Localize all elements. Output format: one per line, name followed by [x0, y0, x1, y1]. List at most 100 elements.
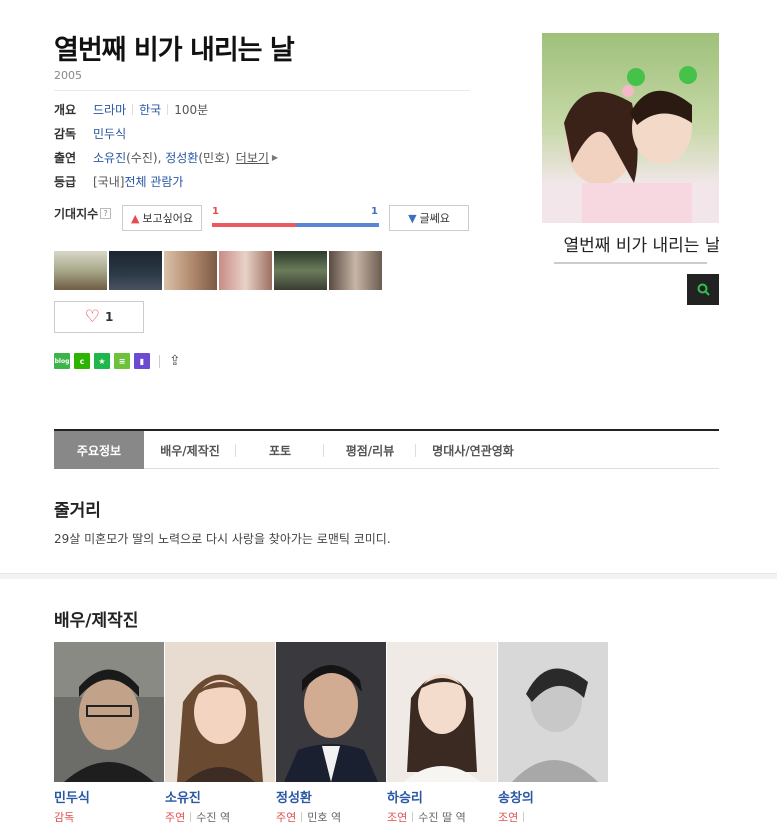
rating-row: 등급 [국내] 전체 관람가 — [54, 173, 183, 190]
cafe-share-icon[interactable]: c — [74, 353, 90, 369]
poster-zoom-button[interactable] — [687, 274, 719, 305]
separator — [132, 104, 134, 115]
overview-label: 개요 — [54, 103, 77, 117]
person-name[interactable]: 소유진 — [165, 787, 275, 806]
cast-link-1[interactable]: 소유진 — [93, 149, 126, 166]
help-icon[interactable]: ? — [100, 208, 112, 219]
gauge-no-fill — [295, 223, 379, 227]
person-role: 주연 — [165, 811, 186, 824]
person-photo[interactable] — [165, 642, 275, 782]
tab-photo[interactable]: 포토 — [236, 431, 324, 469]
person-role: 감독 — [54, 811, 75, 824]
cast-list: 민두식 감독 소유진 주연 수진 역 정성환 주연 민호 역 하승리 조연 수진… — [54, 642, 608, 825]
tab-label: 포토 — [268, 443, 292, 458]
cast-card[interactable]: 소유진 주연 수진 역 — [165, 642, 275, 825]
person-character: 수진 딸 역 — [418, 811, 466, 824]
band-share-icon[interactable]: ▮ — [134, 353, 150, 369]
rating-label: 등급 — [54, 175, 77, 189]
still-image[interactable] — [219, 251, 272, 290]
heart-icon: ♡ — [84, 306, 100, 327]
still-image[interactable] — [329, 251, 382, 290]
tab-rating-review[interactable]: 평점/리뷰 — [324, 431, 416, 469]
runtime: 100분 — [174, 103, 209, 117]
cast-card[interactable]: 정성환 주연 민호 역 — [276, 642, 386, 825]
person-role: 조연 — [498, 811, 519, 824]
cast-card[interactable]: 하승리 조연 수진 딸 역 — [387, 642, 497, 825]
share-divider — [159, 354, 160, 368]
chevron-right-icon: ▶ — [271, 153, 279, 162]
want-to-see-label: 보고싶어요 — [142, 212, 194, 225]
cast-card[interactable]: 민두식 감독 — [54, 642, 164, 825]
person-name[interactable]: 하승리 — [387, 787, 497, 806]
person-photo[interactable] — [498, 642, 608, 782]
section-divider — [0, 573, 777, 579]
separator — [301, 812, 303, 822]
person-role-row: 조연 수진 딸 역 — [387, 809, 497, 825]
person-role: 조연 — [387, 811, 408, 824]
still-image[interactable] — [109, 251, 162, 290]
tab-label: 명대사/연관영화 — [432, 443, 514, 458]
expectation-gauge — [212, 223, 379, 227]
bookmark-share-icon[interactable]: ★ — [94, 353, 110, 369]
still-image[interactable] — [54, 251, 107, 290]
director-label: 감독 — [54, 127, 77, 141]
cast-card[interactable]: 송창의 조연 — [498, 642, 608, 825]
not-sure-button[interactable]: ▼ 글쎄요 — [389, 205, 469, 231]
cast-role-2: (민호) — [198, 151, 230, 165]
like-count: 1 — [104, 310, 114, 324]
tab-label: 배우/제작진 — [160, 443, 220, 458]
cast-section-title: 배우/제작진 — [54, 611, 139, 631]
person-role-row: 주연 수진 역 — [165, 809, 275, 825]
expectation-label: 기대지수 — [54, 207, 99, 221]
still-cut-strip — [54, 251, 382, 290]
blog-share-icon[interactable]: blog — [54, 353, 70, 369]
memo-share-icon[interactable]: ≡ — [114, 353, 130, 369]
want-count: 1 — [212, 206, 219, 217]
person-name[interactable]: 정성환 — [276, 787, 386, 806]
person-photo[interactable] — [387, 642, 497, 782]
rating-prefix: [국내] — [93, 175, 125, 189]
tab-cast-crew[interactable]: 배우/제작진 — [144, 431, 236, 469]
share-bar: blog c ★ ≡ ▮ ⇪ — [54, 353, 181, 369]
person-name[interactable]: 송창의 — [498, 787, 608, 806]
cast-row: 출연 소유진 (수진), 정성환 (민호) 더보기 ▶ — [54, 149, 279, 166]
person-role: 주연 — [276, 811, 297, 824]
movie-poster[interactable]: 열번째 비가 내리는 날 — [542, 33, 719, 276]
separator — [523, 812, 525, 822]
person-photo[interactable] — [54, 642, 164, 782]
thumbs-up-icon: ▲ — [130, 211, 140, 225]
rating-value[interactable]: 전체 관람가 — [124, 173, 183, 190]
overview-row: 개요 드라마 한국 100분 — [54, 101, 208, 118]
tab-quotes-related[interactable]: 명대사/연관영화 — [416, 431, 530, 469]
movie-title: 열번째 비가 내리는 날 — [54, 35, 295, 66]
separator — [167, 104, 169, 115]
title-divider — [54, 90, 470, 91]
person-role-row: 감독 — [54, 809, 164, 825]
poster-caption: 열번째 비가 내리는 날 — [564, 236, 719, 256]
like-button[interactable]: ♡ 1 — [54, 301, 144, 333]
director-link[interactable]: 민두식 — [93, 125, 126, 142]
no-count: 1 — [371, 206, 378, 217]
country-link[interactable]: 한국 — [139, 101, 161, 118]
not-sure-label: 글쎄요 — [419, 212, 450, 225]
tab-main-info[interactable]: 주요정보 — [54, 431, 144, 469]
search-icon — [697, 283, 710, 296]
thumbs-down-icon: ▼ — [408, 211, 417, 225]
person-photo[interactable] — [276, 642, 386, 782]
cast-label: 출연 — [54, 151, 77, 165]
gauge-want-fill — [212, 223, 296, 227]
person-role-row: 주연 민호 역 — [276, 809, 386, 825]
separator — [412, 812, 414, 822]
person-name[interactable]: 민두식 — [54, 787, 164, 806]
share-icon[interactable]: ⇪ — [169, 353, 181, 369]
poster-image: 열번째 비가 내리는 날 — [542, 33, 719, 276]
still-image[interactable] — [274, 251, 327, 290]
tab-label: 평점/리뷰 — [345, 443, 395, 458]
still-image[interactable] — [164, 251, 217, 290]
more-cast-link[interactable]: 더보기 — [236, 149, 269, 166]
detail-tabs: 주요정보 배우/제작진 포토 평점/리뷰 명대사/연관영화 — [54, 429, 719, 469]
genre-link[interactable]: 드라마 — [93, 101, 126, 118]
person-character: 민호 역 — [307, 811, 342, 824]
want-to-see-button[interactable]: ▲ 보고싶어요 — [122, 205, 202, 231]
cast-link-2[interactable]: 정성환 — [165, 149, 198, 166]
